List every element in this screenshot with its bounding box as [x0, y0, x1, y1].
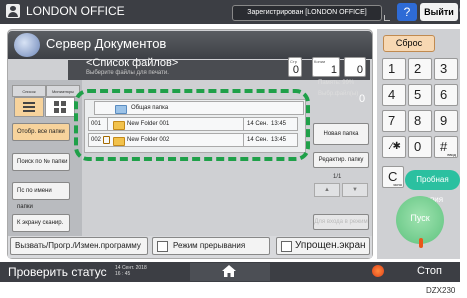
key-0[interactable]: 0 — [408, 136, 432, 158]
total-counter: 0 — [344, 57, 366, 77]
help-button[interactable]: ? — [397, 3, 417, 21]
search-by-folder-number-button[interactable]: Поиск по № папки — [12, 153, 70, 171]
key-3[interactable]: 3 — [434, 58, 458, 80]
simple-screen-label: Упрощен.экран — [295, 240, 366, 251]
simple-screen-checkbox — [281, 241, 292, 252]
key-2[interactable]: 2 — [408, 58, 432, 80]
copies-counter: Копии 1 — [312, 57, 340, 77]
start-indicator — [419, 238, 423, 248]
key-clear[interactable]: C ясно — [382, 166, 404, 188]
grid-view-icon — [54, 101, 66, 113]
new-folder-button[interactable]: Новая папка — [313, 123, 369, 145]
logout-button[interactable]: Выйти — [420, 3, 458, 21]
app-title: LONDON OFFICE — [26, 4, 125, 18]
key-4[interactable]: 4 — [382, 84, 406, 106]
list-subtitle: Выберите файлы для печати. — [86, 70, 169, 76]
key-clear-sub: ясно — [393, 182, 402, 187]
preview-copy-button[interactable]: Пробная копия — [405, 170, 460, 204]
key-hash[interactable]: # ввод — [434, 136, 458, 158]
thumbnail-view-button[interactable] — [45, 97, 75, 117]
start-button[interactable]: Пуск — [396, 196, 444, 244]
selected-files-count: 0 — [359, 93, 366, 105]
document-server-icon — [14, 33, 40, 57]
datetime: 14 Сент. 2018 16 : 45 — [115, 265, 147, 277]
user-icon — [6, 4, 20, 18]
delete-mode-button[interactable]: Для входа в режим — [313, 214, 369, 230]
scroll-down-button[interactable]: ▼ — [342, 183, 368, 197]
home-icon — [222, 265, 236, 277]
expand-corner-icon — [384, 15, 390, 21]
interrupt-mode-button[interactable]: Режим прерывания — [152, 237, 270, 255]
key-5[interactable]: 5 — [408, 84, 432, 106]
selected-files-label: Выбр.файл(ы) — [318, 91, 359, 97]
key-hash-label: # — [440, 139, 448, 154]
highlight-frame — [74, 89, 310, 161]
to-scan-screen-button[interactable]: К экрану сканир. — [12, 214, 70, 232]
key-6[interactable]: 6 — [434, 84, 458, 106]
key-9[interactable]: 9 — [434, 110, 458, 132]
reset-button[interactable]: Сброс — [383, 35, 435, 52]
time-text: 16 : 45 — [115, 271, 131, 277]
stop-icon[interactable] — [372, 265, 384, 277]
search-by-folder-name-button[interactable]: Пс по имени папки — [12, 182, 70, 210]
edit-folder-button[interactable]: Редактир. папку — [313, 152, 369, 168]
key-dot-star[interactable]: .∕✱ — [382, 136, 406, 158]
key-8[interactable]: 8 — [408, 110, 432, 132]
copies-label: Копии — [314, 59, 326, 64]
show-all-folders-button[interactable]: Отобр. все папки — [12, 123, 70, 141]
list-view-button[interactable] — [14, 97, 44, 117]
simple-screen-button[interactable]: Упрощен.экран — [276, 237, 370, 255]
window-title: Сервер Документов — [46, 36, 167, 51]
total-value: 0 — [356, 64, 363, 76]
copies-value: 1 — [330, 64, 337, 76]
pages-value: 0 — [292, 64, 299, 76]
scroll-up-button[interactable]: ▲ — [314, 183, 340, 197]
pages-counter: Стр 0 — [288, 57, 302, 77]
stop-button[interactable]: Стоп — [417, 265, 442, 277]
key-hash-sub: ввод — [447, 152, 456, 157]
list-view-icon — [23, 102, 35, 112]
topbar-extra: ( — [459, 2, 463, 16]
list-title: <Список файлов> — [86, 57, 179, 69]
image-code: DZX230 — [426, 286, 456, 295]
key-1[interactable]: 1 — [382, 58, 406, 80]
key-7[interactable]: 7 — [382, 110, 406, 132]
check-status-button[interactable]: Проверить статус — [8, 265, 107, 279]
tab-list-view[interactable]: Список — [12, 85, 46, 97]
login-status[interactable]: Зарегистрирован [LONDON OFFICE] — [232, 5, 382, 21]
program-button[interactable]: Вызвать/Прогр./Измен.программу — [10, 237, 148, 255]
interrupt-label: Режим прерывания — [173, 241, 246, 250]
interrupt-checkbox — [157, 241, 168, 252]
page-indicator: 1/1 — [333, 174, 342, 180]
